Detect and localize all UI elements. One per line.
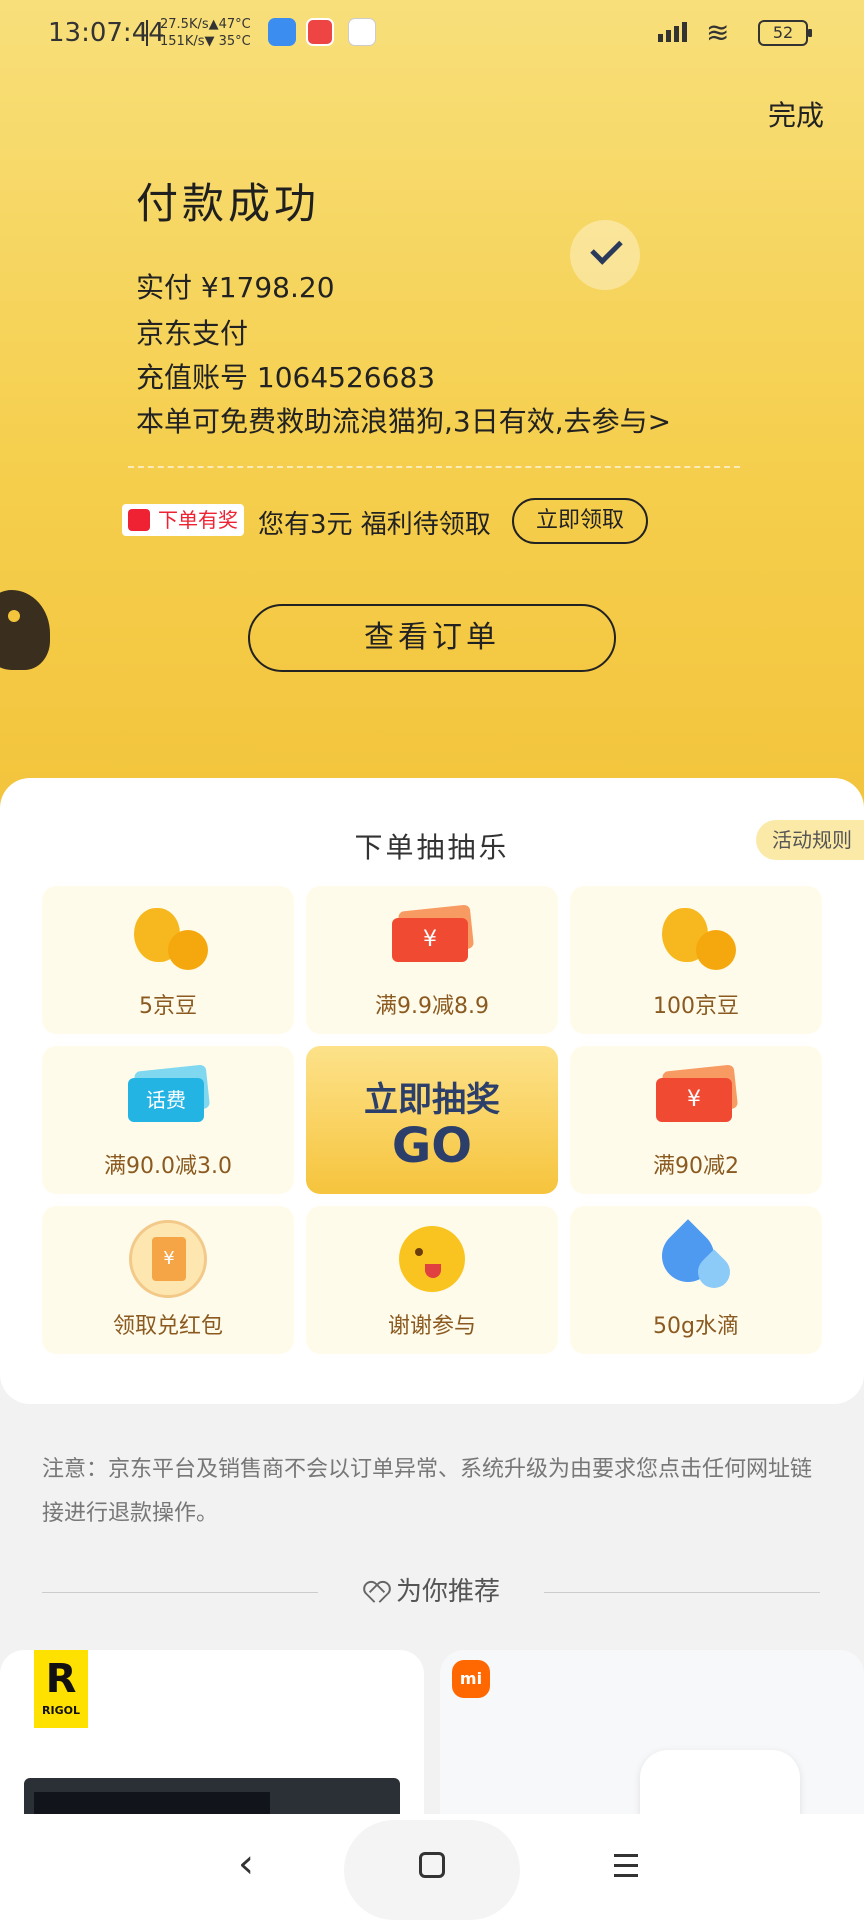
recommend-divider: 为你推荐 (0, 1572, 864, 1612)
go-label: GO (391, 1118, 473, 1174)
red-packet-icon (129, 1220, 207, 1298)
status-bar: 13:07:44 27.5K/s▲47°C 151K/s▼ 35°C ≋ 52 (0, 0, 864, 70)
prize-label: 5京豆 (139, 994, 197, 1019)
welfare-text: 您有3元 福利待领取 (258, 510, 491, 540)
prize-label: 领取兑红包 (112, 1314, 223, 1339)
prize-cell: 领取兑红包 (42, 1206, 294, 1354)
payment-method: 京东支付 (136, 317, 249, 350)
brand-name: RIGOL (42, 1704, 80, 1717)
prize-label: 满90.0减3.0 (104, 1154, 232, 1179)
coupon-icon (656, 1068, 736, 1124)
draw-go-button[interactable]: 立即抽奖 GO (306, 1046, 558, 1194)
done-button[interactable]: 完成 (768, 94, 824, 134)
prize-grid: 5京豆 满9.9减8.9 100京豆 话费 满90.0减3.0 立即抽奖 GO … (42, 886, 822, 1370)
net-down: 151K/s▼ 35°C (160, 34, 251, 49)
prize-label: 满90减2 (653, 1154, 739, 1179)
prize-label: 100京豆 (653, 994, 739, 1019)
notification-app-icon (268, 18, 296, 46)
recommend-title: 为你推荐 (395, 1577, 500, 1607)
page-title: 付款成功 (136, 179, 321, 228)
menu-icon[interactable] (614, 1854, 638, 1884)
divider (128, 466, 740, 468)
navigation-bar: ‹ (0, 1814, 864, 1920)
prize-cell: 话费 满90.0减3.0 (42, 1046, 294, 1194)
draw-label: 立即抽奖 (364, 1080, 500, 1120)
notification-app-icon (306, 18, 334, 46)
net-up: 27.5K/s▲47°C (160, 17, 251, 32)
prize-label: 50g水滴 (653, 1314, 739, 1339)
prize-cell: 谢谢参与 (306, 1206, 558, 1354)
prize-cell: 50g水滴 (570, 1206, 822, 1354)
brand-letter: R (45, 1656, 77, 1702)
home-icon[interactable] (419, 1852, 445, 1878)
phone-credit-icon: 话费 (128, 1068, 208, 1124)
view-order-button[interactable]: 查看订单 (248, 604, 616, 672)
notification-app-icon (348, 18, 376, 46)
bean-icon (656, 908, 736, 972)
paid-label: 实付 (136, 271, 193, 304)
network-speed: 27.5K/s▲47°C 151K/s▼ 35°C (160, 16, 251, 50)
prize-label: 谢谢参与 (387, 1314, 476, 1339)
lottery-title: 下单抽抽乐 (354, 831, 510, 864)
account-number: 1064526683 (256, 361, 436, 394)
water-drop-icon (658, 1224, 734, 1294)
claim-button[interactable]: 立即领取 (512, 498, 648, 544)
lottery-card: 下单抽抽乐 活动规则 5京豆 满9.9减8.9 100京豆 话费 满90.0减3… (0, 778, 864, 1404)
signal-icon (658, 22, 690, 42)
prize-cell: 满90减2 (570, 1046, 822, 1194)
security-notice: 注意：京东平台及销售商不会以订单异常、系统升级为由要求您点击任何网址链接进行退款… (42, 1457, 813, 1526)
prize-cell: 满9.9减8.9 (306, 886, 558, 1034)
wifi-icon: ≋ (706, 16, 730, 49)
check-icon (570, 220, 640, 290)
account-label: 充值账号 (136, 361, 249, 394)
brand-logo: mi (452, 1660, 490, 1698)
phone-credit-label: 话费 (128, 1078, 204, 1122)
bean-icon (128, 908, 208, 972)
battery-icon: 52 (758, 20, 812, 46)
rules-button[interactable]: 活动规则 (756, 820, 864, 860)
rescue-link[interactable]: 本单可免费救助流浪猫狗,3日有效,去参与> (136, 400, 671, 440)
account-line: 充值账号 1064526683 (136, 356, 435, 396)
paid-amount-line: 实付 ¥1798.20 (136, 266, 335, 306)
prize-cell: 5京豆 (42, 886, 294, 1034)
wink-emoji-icon (399, 1226, 465, 1292)
paid-amount: ¥1798.20 (200, 271, 335, 304)
back-icon[interactable]: ‹ (226, 1844, 266, 1884)
heart-icon (364, 1583, 386, 1603)
status-separator (146, 20, 148, 46)
prize-label: 满9.9减8.9 (375, 994, 489, 1019)
order-reward-badge: 下单有奖 (122, 504, 244, 536)
coupon-icon (392, 908, 472, 964)
divider-line (544, 1592, 820, 1593)
prize-cell: 100京豆 (570, 886, 822, 1034)
brand-logo: R RIGOL (34, 1650, 88, 1728)
